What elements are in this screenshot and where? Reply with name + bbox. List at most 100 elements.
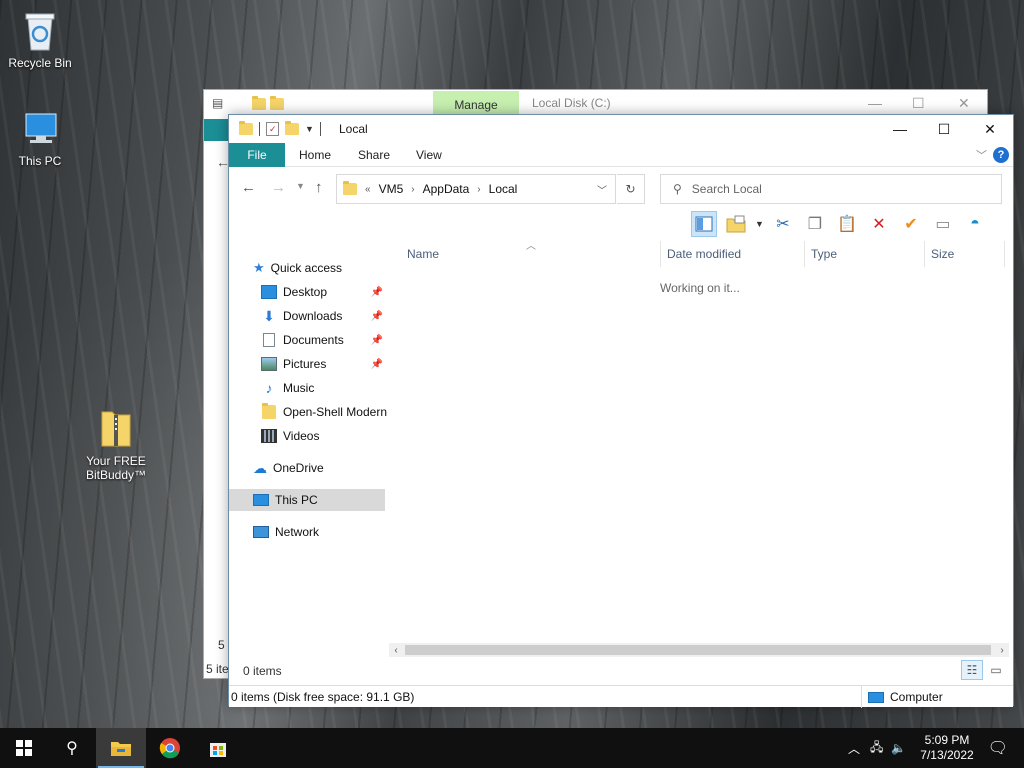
preview-pane-button[interactable] <box>691 211 717 237</box>
address-bar[interactable]: « VM5 › AppData › Local ﹀ <box>336 174 616 204</box>
recent-locations-icon[interactable]: ▼ <box>296 181 305 191</box>
nav-label: Documents <box>283 333 344 347</box>
column-header-name[interactable]: Name <box>401 241 661 267</box>
customize-toolbar-icon[interactable]: ▼ <box>305 124 314 134</box>
status-zone-label: Computer <box>890 690 943 704</box>
pin-icon[interactable]: 📌 <box>371 359 383 370</box>
folder-icon <box>270 96 284 110</box>
loading-text: Working on it... <box>660 281 740 295</box>
desktop-icon-bitbuddy[interactable]: Your FREE BitBuddy™ <box>76 406 156 482</box>
nav-open-shell[interactable]: Open-Shell Modern <box>261 401 387 423</box>
search-input[interactable]: ⚲ Search Local <box>660 174 1002 204</box>
network-icon <box>253 526 269 538</box>
breadcrumb-vm5[interactable]: VM5 <box>379 182 404 196</box>
paste-icon[interactable]: 📋 <box>834 211 860 237</box>
breadcrumb-local[interactable]: Local <box>489 182 518 196</box>
chevron-right-icon[interactable]: › <box>477 184 480 195</box>
back-window-title: Local Disk (C:) <box>532 96 611 110</box>
system-tray: ︿ 🖧 🔈 5:09 PM 7/13/2022 🗨 <box>848 728 1024 768</box>
close-icon[interactable]: ✕ <box>958 95 970 112</box>
cut-icon[interactable]: ✂ <box>770 211 796 237</box>
nav-videos[interactable]: Videos <box>261 425 385 447</box>
address-dropdown-icon[interactable]: ﹀ <box>597 182 607 197</box>
chevron-right-icon[interactable]: › <box>411 184 414 195</box>
tab-view[interactable]: View <box>416 143 442 167</box>
properties-icon[interactable]: ✓ <box>266 122 279 136</box>
maximize-button[interactable]: ☐ <box>921 115 967 143</box>
properties-icon[interactable]: ▭ <box>930 211 956 237</box>
clock[interactable]: 5:09 PM 7/13/2022 <box>920 733 973 763</box>
desktop-icon-this-pc[interactable]: This PC <box>0 110 80 168</box>
nav-network[interactable]: Network <box>253 521 409 543</box>
forward-button[interactable]: → <box>271 179 286 196</box>
network-status-icon[interactable]: 🖧 <box>870 738 883 759</box>
close-button[interactable]: ✕ <box>967 115 1013 143</box>
column-header-date-modified[interactable]: Date modified <box>661 241 805 267</box>
recycle-bin-icon <box>25 13 55 51</box>
refresh-button[interactable]: ↻ <box>617 174 645 204</box>
file-list[interactable]: ︿ Name Date modified Type Size Working o… <box>389 241 1013 641</box>
computer-icon <box>868 691 884 703</box>
pin-icon[interactable]: 📌 <box>371 335 383 346</box>
desktop-icon-recycle-bin[interactable]: Recycle Bin <box>0 10 80 70</box>
rename-check-icon[interactable]: ✔ <box>898 211 924 237</box>
search-button[interactable]: ⚲ <box>48 728 96 768</box>
item-count: 0 items <box>243 664 282 678</box>
back-file-tab[interactable] <box>204 119 230 141</box>
pin-icon[interactable]: 📌 <box>371 287 383 298</box>
tab-home[interactable]: Home <box>299 143 331 167</box>
new-item-button[interactable] <box>723 211 749 237</box>
expand-ribbon-icon[interactable]: ﹀ <box>976 147 987 163</box>
nav-this-pc[interactable]: This PC <box>229 489 385 511</box>
copy-icon[interactable]: ❐ <box>802 211 828 237</box>
column-header-type[interactable]: Type <box>805 241 925 267</box>
divider <box>259 122 260 136</box>
pin-icon[interactable]: 📌 <box>371 311 383 322</box>
new-folder-icon[interactable] <box>285 121 299 135</box>
explorer-window[interactable]: ✓ ▼ Local — ☐ ✕ File Home Share View ﹀ ?… <box>228 114 1014 708</box>
taskbar-file-explorer[interactable] <box>96 728 146 768</box>
status-bar: 0 items (Disk free space: 91.1 GB) Compu… <box>229 685 1013 708</box>
taskbar-chrome[interactable] <box>146 728 194 768</box>
nav-label: Open-Shell Modern <box>282 405 387 419</box>
nav-desktop[interactable]: Desktop 📌 <box>261 281 385 303</box>
music-icon: ♪ <box>265 380 273 396</box>
up-button[interactable]: ↑ <box>315 179 323 196</box>
notifications-icon[interactable]: 🗨 <box>988 738 1008 758</box>
nav-onedrive[interactable]: ☁ OneDrive <box>253 457 409 479</box>
maximize-icon[interactable]: ☐ <box>912 95 925 112</box>
scroll-left-icon[interactable]: ‹ <box>389 643 403 657</box>
overflow-icon[interactable]: « <box>365 184 371 195</box>
back-button[interactable]: ← <box>241 179 256 196</box>
large-icons-view-icon[interactable]: ▭ <box>985 660 1007 680</box>
folder-icon <box>252 96 266 110</box>
clock-date: 7/13/2022 <box>920 748 974 762</box>
tab-file[interactable]: File <box>229 143 285 167</box>
chevron-up-icon[interactable]: ︿ <box>848 740 860 757</box>
scroll-right-icon[interactable]: › <box>995 643 1009 657</box>
nav-quick-access[interactable]: ★ Quick access <box>253 257 409 279</box>
tab-share[interactable]: Share <box>358 143 390 167</box>
nav-pictures[interactable]: Pictures 📌 <box>261 353 385 375</box>
nav-music[interactable]: ♪ Music <box>261 377 385 399</box>
minimize-button[interactable]: — <box>877 115 923 143</box>
nav-downloads[interactable]: ⬇ Downloads 📌 <box>261 305 385 327</box>
breadcrumb-appdata[interactable]: AppData <box>423 182 470 196</box>
help-icon[interactable]: ? <box>993 147 1009 163</box>
minimize-icon[interactable]: — <box>868 95 882 111</box>
shell-icon[interactable]: ◓ <box>962 211 988 237</box>
nav-label: Videos <box>283 429 320 443</box>
nav-documents[interactable]: Documents 📌 <box>261 329 385 351</box>
start-button[interactable] <box>0 728 48 768</box>
status-text: 0 items (Disk free space: 91.1 GB) <box>231 689 415 704</box>
horizontal-scrollbar[interactable]: ‹ › <box>389 643 1009 657</box>
taskbar-store[interactable] <box>194 728 242 768</box>
new-item-dropdown-icon[interactable]: ▼ <box>755 219 764 229</box>
manage-tab[interactable]: Manage <box>433 91 519 116</box>
details-view-icon[interactable]: ☷ <box>961 660 983 680</box>
clock-time: 5:09 PM <box>924 733 970 747</box>
volume-icon[interactable]: 🔈 <box>891 741 906 755</box>
delete-icon[interactable]: ✕ <box>866 211 892 237</box>
column-header-size[interactable]: Size <box>925 241 1005 267</box>
scrollbar-thumb[interactable] <box>405 645 991 655</box>
